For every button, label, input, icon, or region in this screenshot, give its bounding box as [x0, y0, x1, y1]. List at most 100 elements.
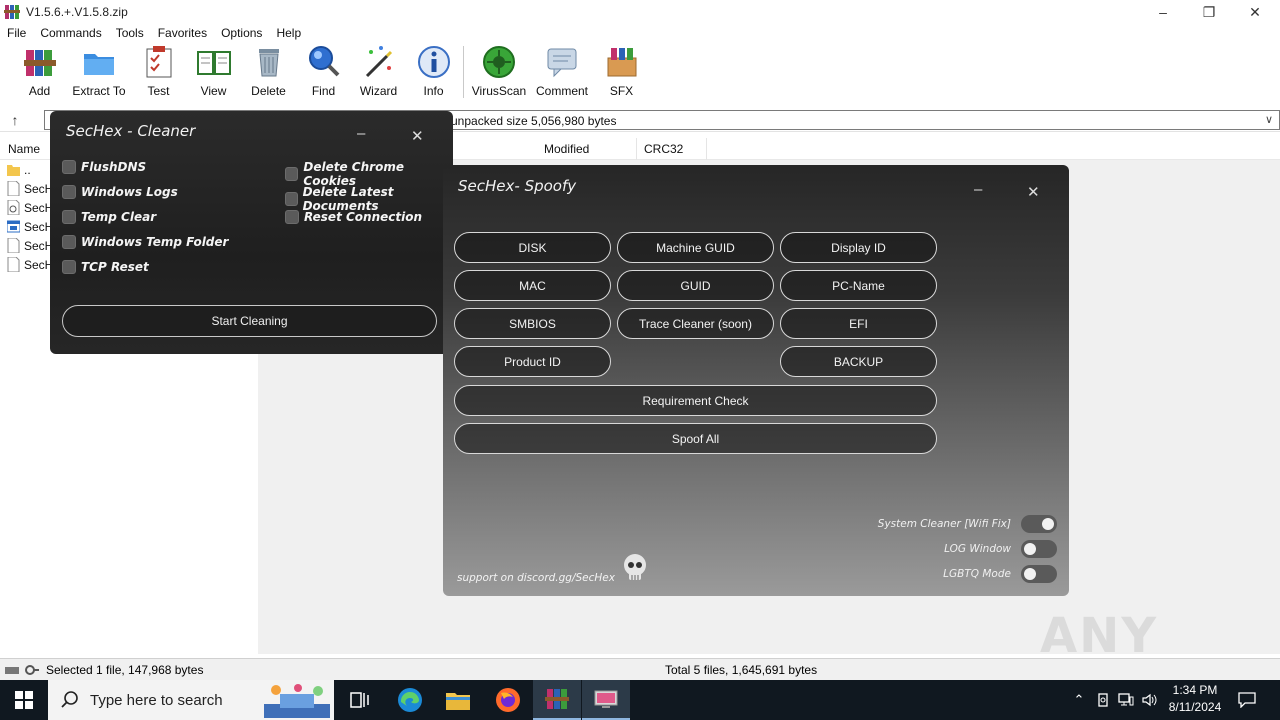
info-icon	[417, 46, 450, 78]
start-button[interactable]	[0, 680, 48, 720]
pc-name-button[interactable]: PC-Name	[780, 270, 937, 301]
support-text: support on discord.gg/SecHex	[457, 572, 615, 584]
spoof-all-button[interactable]: Spoof All	[454, 423, 937, 454]
find-button[interactable]: Find	[296, 44, 351, 98]
checkbox-temp-clear[interactable]: Temp Clear	[62, 210, 156, 224]
product-id-button[interactable]: Product ID	[454, 346, 611, 377]
checkbox-delete-latest-documents[interactable]: Delete Latest Documents	[285, 185, 453, 213]
trace-cleaner-button[interactable]: Trace Cleaner (soon)	[617, 308, 774, 339]
taskbar-winrar[interactable]	[533, 680, 581, 720]
toggle-knob	[1042, 518, 1054, 530]
checkbox-box[interactable]	[285, 192, 298, 206]
network-drive-icon[interactable]	[1094, 680, 1112, 720]
magnifier-icon	[308, 46, 339, 77]
disk-button[interactable]: DISK	[454, 232, 611, 263]
column-name[interactable]: Name	[8, 142, 40, 156]
wizard-button[interactable]: Wizard	[351, 44, 406, 98]
checkbox-tcp-reset[interactable]: TCP Reset	[62, 260, 149, 274]
checkbox-windows-logs[interactable]: Windows Logs	[62, 185, 178, 199]
checkbox-box[interactable]	[62, 235, 76, 249]
column-crc32[interactable]: CRC32	[644, 142, 683, 156]
menu-options[interactable]: Options	[221, 26, 262, 40]
sfx-box-icon	[607, 48, 636, 77]
taskbar-sechex[interactable]	[582, 680, 630, 720]
efi-button[interactable]: EFI	[780, 308, 937, 339]
machine-guid-button[interactable]: Machine GUID	[617, 232, 774, 263]
checkbox-windows-temp-folder[interactable]: Windows Temp Folder	[62, 235, 228, 249]
menu-commands[interactable]: Commands	[40, 26, 101, 40]
delete-button[interactable]: Delete	[241, 44, 296, 98]
start-cleaning-button[interactable]: Start Cleaning	[62, 305, 437, 337]
smbios-button[interactable]: SMBIOS	[454, 308, 611, 339]
winrar-titlebar: V1.5.6.+.V1.5.8.zip – ❐ ✕	[0, 0, 1280, 24]
checkbox-delete-chrome-cookies[interactable]: Delete Chrome Cookies	[285, 160, 453, 188]
taskbar-clock[interactable]: 1:34 PM 8/11/2024	[1160, 682, 1230, 716]
cleaner-close-button[interactable]: ✕	[411, 127, 424, 145]
file-icon	[7, 257, 20, 272]
close-button[interactable]: ✕	[1232, 0, 1278, 24]
column-modified[interactable]: Modified	[544, 142, 589, 156]
toggle-switch-off[interactable]	[1021, 565, 1057, 583]
requirement-check-button[interactable]: Requirement Check	[454, 385, 937, 416]
view-button[interactable]: View	[186, 44, 241, 98]
menu-help[interactable]: Help	[276, 26, 301, 40]
spoofy-title: SecHex- Spoofy	[458, 177, 577, 195]
cleaner-title: SecHex - Cleaner	[66, 122, 196, 140]
checkbox-box[interactable]	[62, 260, 76, 274]
sfx-button[interactable]: SFX	[594, 44, 649, 98]
menu-favorites[interactable]: Favorites	[158, 26, 207, 40]
add-archive-icon	[23, 50, 56, 76]
clock-date: 8/11/2024	[1168, 700, 1222, 714]
test-clipboard-icon	[146, 46, 171, 78]
toggle-log-window[interactable]: LOG Window	[944, 540, 1057, 558]
taskbar-firefox[interactable]	[484, 680, 532, 720]
toggle-system-cleaner[interactable]: System Cleaner [Wifi Fix]	[878, 515, 1057, 533]
test-button[interactable]: Test	[131, 44, 186, 98]
notifications-button[interactable]	[1234, 680, 1260, 720]
display-id-button[interactable]: Display ID	[780, 232, 937, 263]
taskbar-search-box[interactable]: Type here to search	[48, 680, 334, 720]
chevron-down-icon[interactable]: ∨	[1265, 113, 1273, 126]
toggle-switch-on[interactable]	[1021, 515, 1057, 533]
add-button[interactable]: Add	[12, 44, 67, 98]
up-arrow-icon[interactable]: ↑	[0, 112, 30, 128]
checkbox-box[interactable]	[62, 185, 76, 199]
checkbox-box[interactable]	[62, 160, 76, 174]
volume-icon[interactable]	[1140, 680, 1160, 720]
taskbar-edge[interactable]	[386, 680, 434, 720]
window-title: V1.5.6.+.V1.5.8.zip	[26, 5, 128, 19]
minimize-button[interactable]: –	[1140, 0, 1186, 24]
cleaner-minimize-button[interactable]: –	[357, 125, 365, 142]
winrar-app-icon	[4, 5, 20, 19]
checkbox-flushdns[interactable]: FlushDNS	[62, 160, 146, 174]
clock-time: 1:34 PM	[1172, 683, 1218, 697]
extract-to-button[interactable]: Extract To	[67, 44, 131, 98]
network-monitor-icon	[1118, 693, 1134, 706]
checkbox-box[interactable]	[62, 210, 76, 224]
show-hidden-icons-button[interactable]: ⌃	[1070, 680, 1088, 720]
comment-button[interactable]: Comment	[530, 44, 594, 98]
backup-button[interactable]: BACKUP	[780, 346, 937, 377]
restore-button[interactable]: ❐	[1186, 0, 1232, 24]
view-book-icon	[196, 51, 231, 75]
taskbar-file-explorer[interactable]	[434, 680, 482, 720]
magic-wand-icon	[365, 46, 392, 78]
spoofy-minimize-button[interactable]: –	[974, 181, 982, 198]
checkbox-reset-connection[interactable]: Reset Connection	[285, 210, 422, 224]
checkbox-box[interactable]	[285, 210, 299, 224]
network-icon[interactable]	[1116, 680, 1136, 720]
checkbox-box[interactable]	[285, 167, 299, 181]
task-view-button[interactable]	[336, 680, 384, 720]
menu-tools[interactable]: Tools	[116, 26, 144, 40]
mac-button[interactable]: MAC	[454, 270, 611, 301]
info-button[interactable]: Info	[406, 44, 461, 98]
toggle-switch-off[interactable]	[1021, 540, 1057, 558]
search-highlight-illustration-icon	[264, 684, 330, 718]
skull-icon	[624, 554, 646, 580]
menu-file[interactable]: File	[7, 26, 26, 40]
winrar-icon	[545, 689, 569, 709]
toggle-lgbtq-mode[interactable]: LGBTQ Mode	[943, 565, 1057, 583]
virusscan-button[interactable]: VirusScan	[468, 44, 530, 98]
guid-button[interactable]: GUID	[617, 270, 774, 301]
spoofy-close-button[interactable]: ✕	[1027, 183, 1040, 201]
